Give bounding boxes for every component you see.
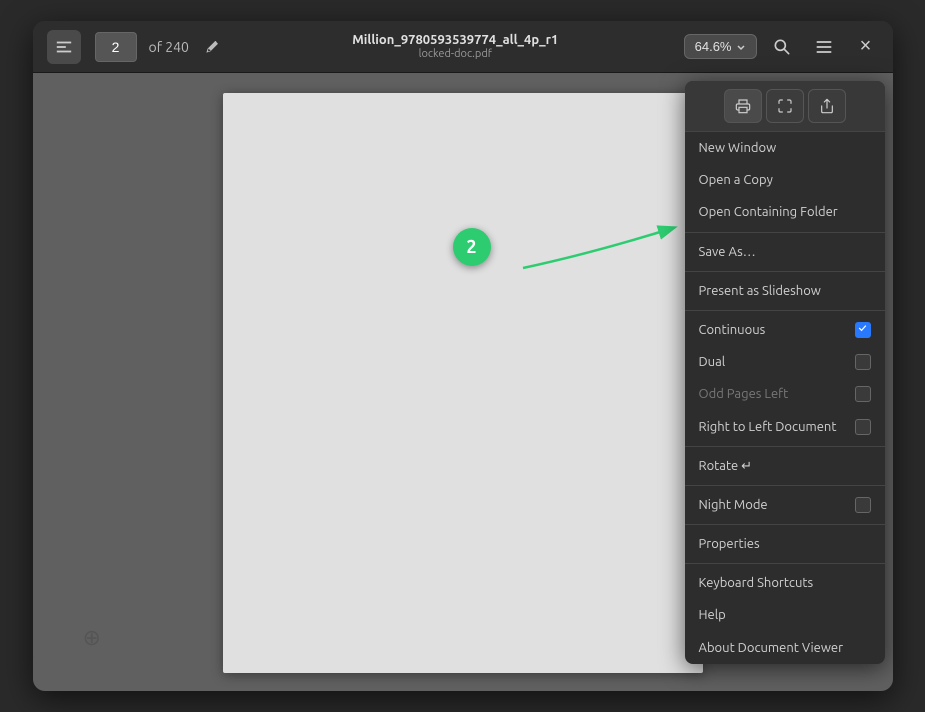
continuous-checkbox[interactable] bbox=[855, 322, 871, 338]
zoom-button[interactable]: 64.6% bbox=[684, 34, 757, 59]
separator-1 bbox=[685, 232, 885, 233]
annotate-button[interactable] bbox=[197, 32, 227, 62]
doc-title: Million_9780593539774_all_4p_r1 bbox=[235, 33, 676, 49]
zoom-level-label: 64.6% bbox=[695, 39, 732, 54]
menu-item-help[interactable]: Help bbox=[685, 599, 885, 631]
menu-item-night-mode[interactable]: Night Mode bbox=[685, 489, 885, 521]
separator-7 bbox=[685, 563, 885, 564]
menu-item-open-folder[interactable]: Open Containing Folder bbox=[685, 196, 885, 228]
doc-title-area: Million_9780593539774_all_4p_r1 locked-d… bbox=[235, 33, 676, 61]
menu-item-present[interactable]: Present as Slideshow bbox=[685, 275, 885, 307]
dual-checkbox[interactable] bbox=[855, 354, 871, 370]
menu-button[interactable] bbox=[807, 30, 841, 64]
menu-item-rotate[interactable]: Rotate ↵ bbox=[685, 450, 885, 482]
dropdown-toolbar bbox=[685, 81, 885, 132]
menu-item-keyboard-shortcuts[interactable]: Keyboard Shortcuts bbox=[685, 567, 885, 599]
separator-5 bbox=[685, 485, 885, 486]
separator-3 bbox=[685, 310, 885, 311]
menu-item-continuous[interactable]: Continuous bbox=[685, 314, 885, 346]
separator-4 bbox=[685, 446, 885, 447]
dropdown-menu: New Window Open a Copy Open Containing F… bbox=[685, 81, 885, 664]
menu-item-odd-pages[interactable]: Odd Pages Left bbox=[685, 378, 885, 410]
titlebar: of 240 Million_9780593539774_all_4p_r1 l… bbox=[33, 21, 893, 73]
rtl-checkbox[interactable] bbox=[855, 419, 871, 435]
search-button[interactable] bbox=[765, 30, 799, 64]
menu-item-new-window[interactable]: New Window bbox=[685, 132, 885, 164]
page-of-label: of 240 bbox=[149, 39, 189, 55]
fullscreen-button[interactable] bbox=[766, 89, 804, 123]
menu-item-dual[interactable]: Dual bbox=[685, 346, 885, 378]
main-window: of 240 Million_9780593539774_all_4p_r1 l… bbox=[33, 21, 893, 691]
content-area: ⊕ 1 2 bbox=[33, 73, 893, 691]
menu-item-about[interactable]: About Document Viewer bbox=[685, 632, 885, 664]
night-mode-checkbox[interactable] bbox=[855, 497, 871, 513]
pdf-page bbox=[223, 93, 703, 673]
separator-2 bbox=[685, 271, 885, 272]
separator-6 bbox=[685, 524, 885, 525]
zoom-area: 64.6% bbox=[684, 34, 757, 59]
doc-subtitle: locked-doc.pdf bbox=[235, 48, 676, 60]
crosshair-icon: ⊕ bbox=[83, 625, 101, 651]
print-button[interactable] bbox=[724, 89, 762, 123]
odd-pages-checkbox[interactable] bbox=[855, 386, 871, 402]
sidebar-toggle-button[interactable] bbox=[47, 30, 81, 64]
menu-item-properties[interactable]: Properties bbox=[685, 528, 885, 560]
share-button[interactable] bbox=[808, 89, 846, 123]
menu-item-rtl[interactable]: Right to Left Document bbox=[685, 411, 885, 443]
close-button[interactable]: × bbox=[849, 30, 883, 64]
annotation-badge-2: 2 bbox=[453, 228, 491, 266]
menu-item-save-as[interactable]: Save As… bbox=[685, 236, 885, 268]
page-number-input[interactable] bbox=[95, 32, 137, 62]
menu-item-open-copy[interactable]: Open a Copy bbox=[685, 164, 885, 196]
